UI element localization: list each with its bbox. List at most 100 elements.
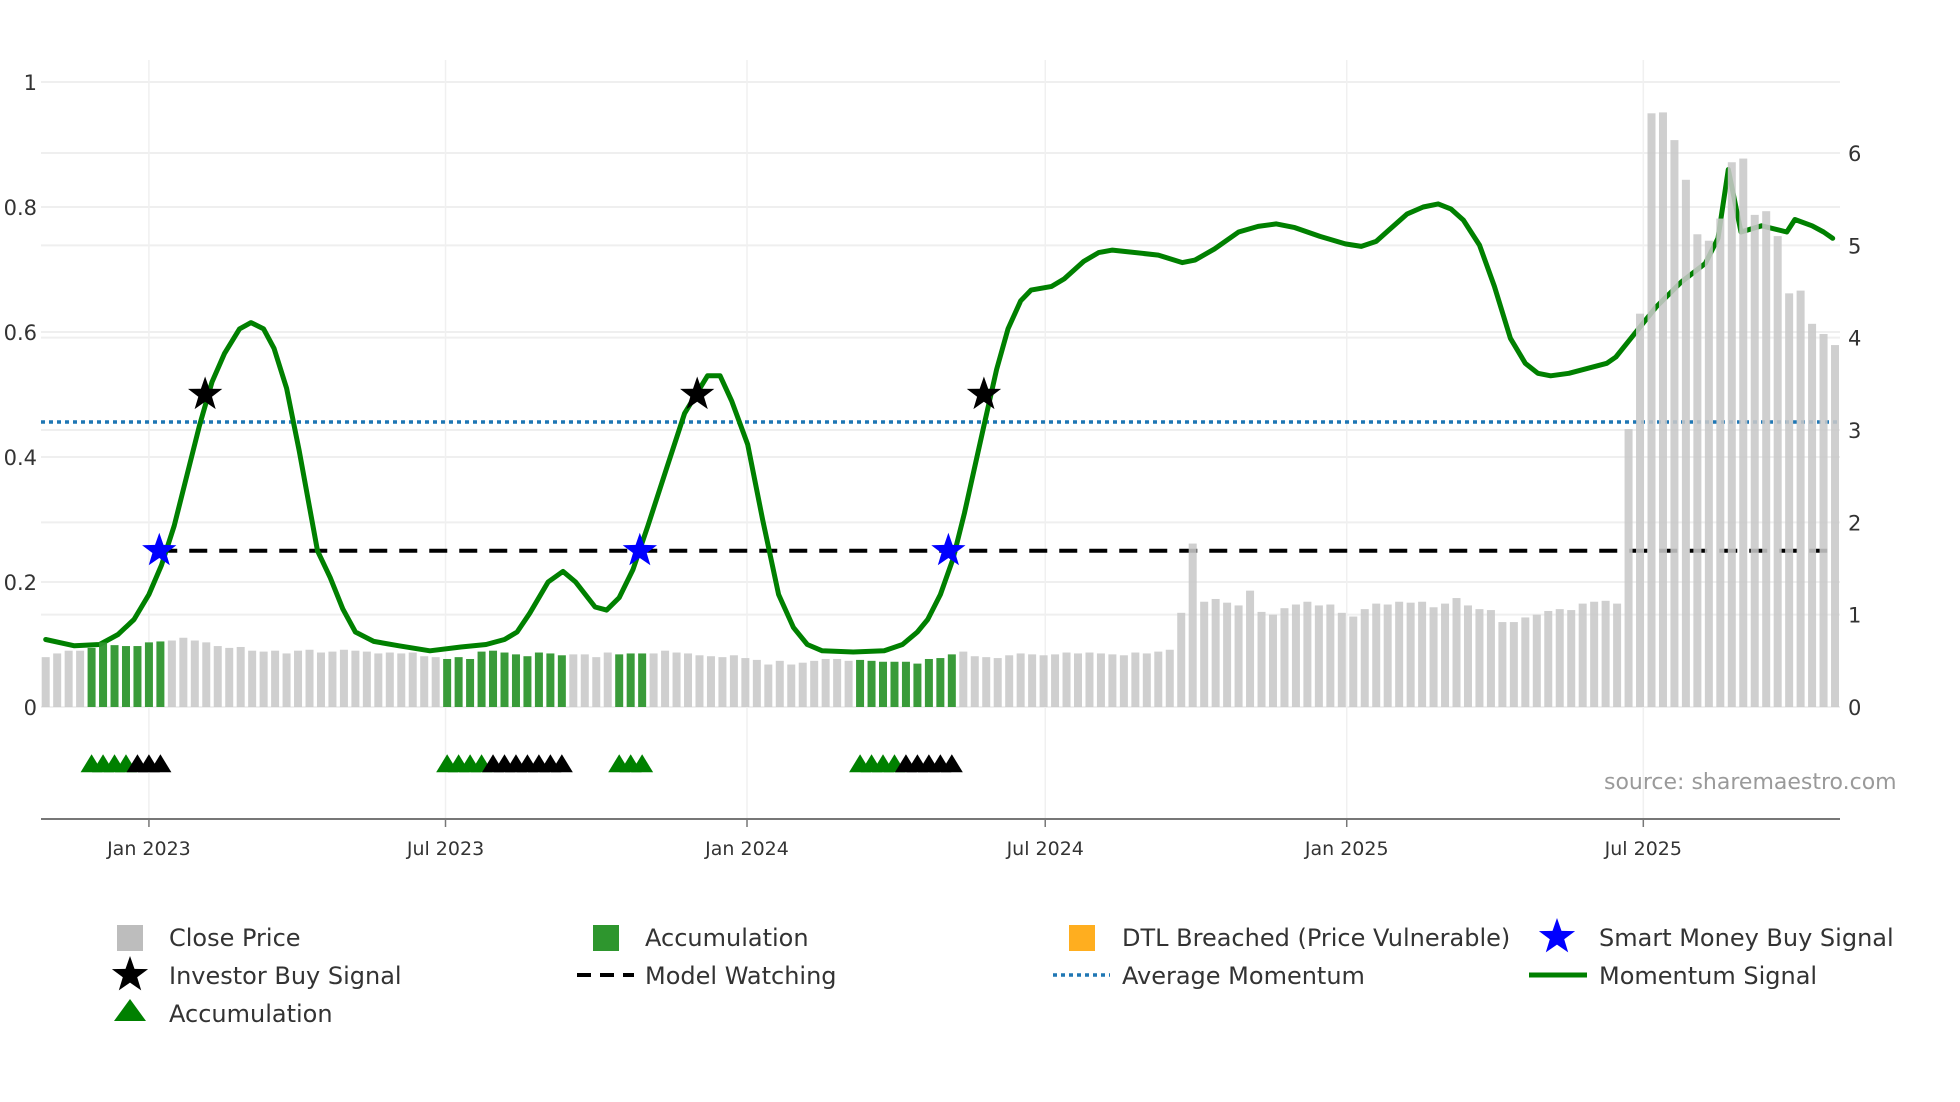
close-price-bar (1085, 652, 1094, 707)
close-price-bar (1819, 333, 1828, 707)
close-price-bar (1750, 214, 1759, 707)
signal-markers (80, 376, 1002, 773)
accumulation-bar (890, 661, 899, 707)
close-price-bar (833, 658, 842, 707)
close-price-bar (1624, 429, 1633, 707)
right-axis-tick-label: 4 (1848, 327, 1861, 351)
close-price-bar (1142, 653, 1151, 707)
close-price-bar (1005, 655, 1014, 707)
close-price-bar (179, 637, 188, 707)
close-price-bar (741, 658, 750, 707)
legend-investor-buy: Investor Buy Signal (169, 962, 402, 990)
close-price-bar (649, 653, 658, 707)
close-price-bar (259, 651, 268, 707)
close-price-bar (1406, 602, 1415, 707)
close-price-bar (1532, 614, 1541, 707)
accumulation-bar (856, 659, 865, 707)
close-price-bar (190, 640, 199, 707)
accumulation-bar (500, 652, 509, 707)
accumulation-bar (121, 646, 130, 707)
accumulation-bar (867, 660, 876, 707)
close-price-bar (202, 642, 211, 707)
close-price-bar (1418, 601, 1427, 707)
close-price-bar (982, 657, 991, 707)
close-price-bar (821, 658, 830, 707)
close-price-bar (1337, 612, 1346, 707)
price-bars (41, 112, 1840, 708)
left-axis-tick-label: 0.8 (4, 196, 37, 220)
close-price-bar (41, 657, 50, 707)
close-price-bar (787, 664, 796, 707)
close-price-bar (1463, 605, 1472, 707)
close-price-bar (718, 657, 727, 707)
close-price-bar (1234, 605, 1243, 707)
close-price-bar (1177, 612, 1186, 707)
close-price-bar (1119, 655, 1128, 707)
close-price-bar (1074, 653, 1082, 707)
close-price-bar (351, 650, 360, 707)
close-price-bar (1016, 653, 1025, 707)
close-price-bar (684, 653, 693, 707)
accumulation-bar (156, 641, 165, 707)
left-axis-tick-label: 0.2 (4, 571, 37, 595)
accumulation-bar (144, 642, 153, 707)
legend-smart-money: Smart Money Buy Signal (1599, 924, 1894, 952)
accumulation-bar (454, 657, 463, 707)
accumulation-bar (110, 645, 119, 707)
close-price-bar (1303, 601, 1312, 707)
close-price-bar (661, 650, 670, 707)
close-price-bar (1762, 211, 1771, 707)
x-tick-label: Jul 2024 (1006, 838, 1084, 860)
close-price-bar (362, 651, 371, 707)
right-axis-tick-label: 0 (1848, 696, 1861, 720)
right-axis-tick-label: 3 (1848, 419, 1861, 443)
close-price-bar (706, 656, 715, 707)
accumulation-bar (936, 658, 945, 707)
accumulation-bar (534, 652, 543, 707)
close-price-bar (970, 656, 979, 707)
close-price-bar (167, 640, 176, 707)
accumulation-bar (615, 654, 624, 707)
close-price-bar (1452, 598, 1461, 707)
close-price-bar (1211, 598, 1220, 707)
close-price-bar (695, 655, 704, 707)
close-price-bar (1498, 622, 1507, 707)
close-price-bar (339, 649, 348, 707)
close-price-bar (1509, 622, 1518, 707)
accumulation-bar (638, 653, 647, 707)
legend-close-price: Close Price (169, 924, 301, 952)
close-price-bar (1486, 610, 1495, 707)
close-price-bar (1658, 112, 1667, 708)
close-price-bar (76, 650, 85, 707)
close-price-bar (1223, 602, 1232, 707)
legend-black-star-icon (111, 956, 149, 991)
close-price-bar (53, 653, 62, 707)
close-price-bar (1349, 616, 1358, 707)
accumulation-bar (466, 658, 475, 707)
close-price-bar (1314, 605, 1323, 707)
close-price-bar (993, 658, 1002, 707)
x-tick-label: Jul 2025 (1604, 838, 1682, 860)
momentum-series (43, 167, 1836, 655)
left-axis-tick-label: 0 (24, 696, 37, 720)
legend-close-price-swatch (117, 925, 143, 951)
accumulation-bar (477, 651, 486, 707)
source-annotation: source: sharemaestro.com (1604, 770, 1897, 795)
smart-money-star-icon (622, 532, 657, 566)
close-price-bar (1372, 603, 1381, 707)
close-price-bar (408, 652, 417, 707)
close-price-bar (1773, 236, 1782, 707)
close-price-bar (248, 650, 257, 707)
accumulation-bar (913, 663, 922, 707)
left-axis-tick-label: 1 (24, 71, 37, 95)
accumulation-bar (879, 661, 888, 707)
accumulation-bar (133, 646, 142, 707)
accumulation-bar (626, 653, 635, 707)
close-price-bar (959, 651, 968, 707)
investor-star-icon (680, 376, 715, 410)
close-price-bar (64, 650, 73, 707)
left-axis-tick-label: 0.4 (4, 446, 37, 470)
accumulation-bar (443, 658, 452, 707)
close-price-bar (1039, 655, 1048, 707)
x-tick-label: Jan 2025 (1304, 838, 1389, 860)
